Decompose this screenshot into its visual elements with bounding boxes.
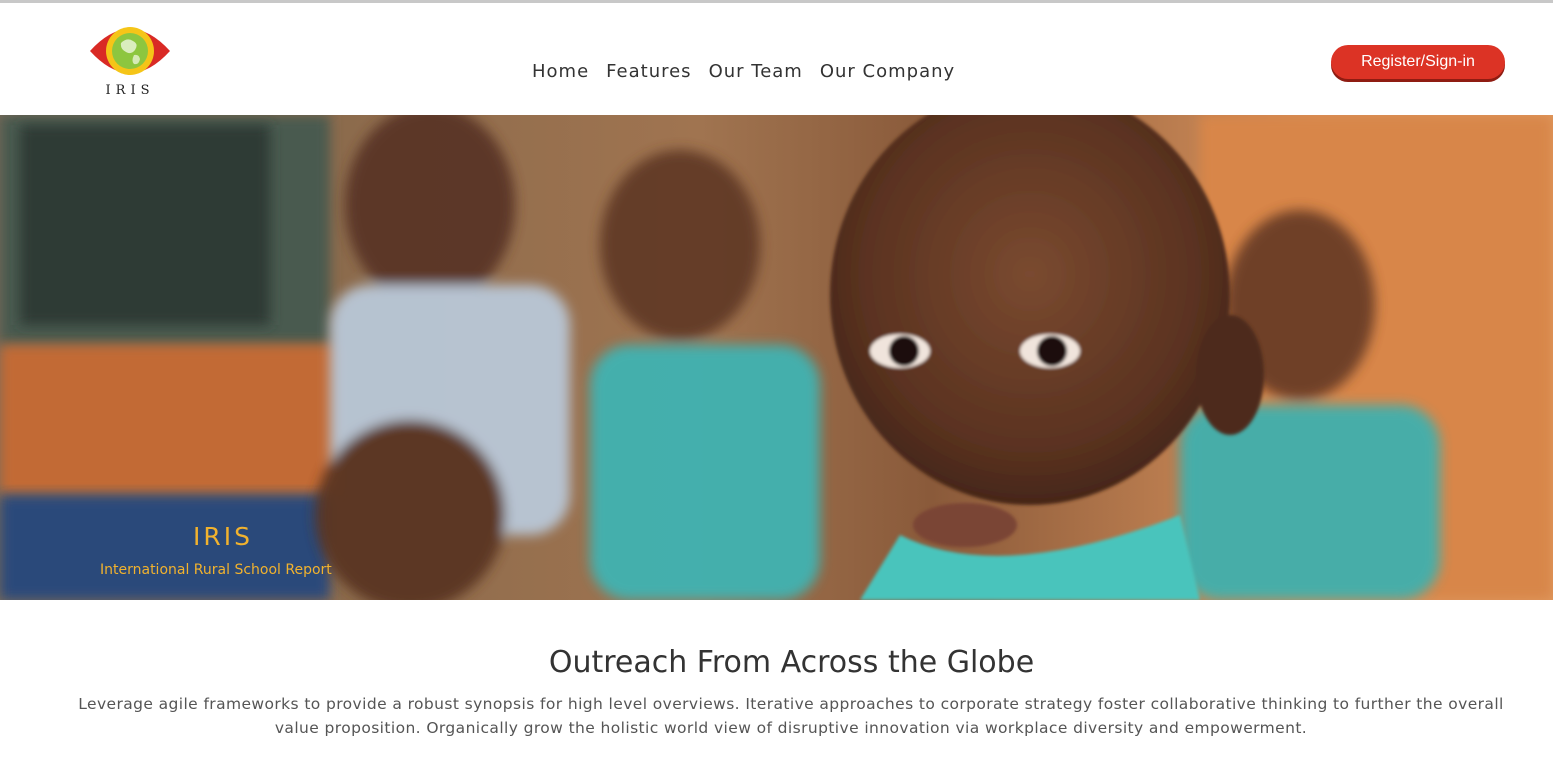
eye-globe-icon (90, 27, 170, 75)
main-nav: Home Features Our Team Our Company (532, 61, 955, 82)
nav-features[interactable]: Features (606, 61, 691, 82)
hero-subtitle: International Rural School Report (100, 562, 332, 578)
nav-our-team[interactable]: Our Team (709, 61, 803, 82)
outreach-description: Leverage agile frameworks to provide a r… (78, 695, 1504, 737)
outreach-heading: Outreach From Across the Globe (548, 645, 1035, 680)
logo-wordmark: IRIS (105, 83, 155, 98)
nav-home[interactable]: Home (532, 61, 589, 82)
site-header: IRIS Home Features Our Team Our Company … (0, 3, 1553, 115)
hero-title: IRIS (193, 522, 253, 551)
iris-logo[interactable]: IRIS (88, 21, 172, 103)
nav-our-company[interactable]: Our Company (820, 61, 955, 82)
hero-banner: IRIS International Rural School Report (0, 115, 1553, 600)
register-signin-button[interactable]: Register/Sign-in (1331, 45, 1505, 79)
